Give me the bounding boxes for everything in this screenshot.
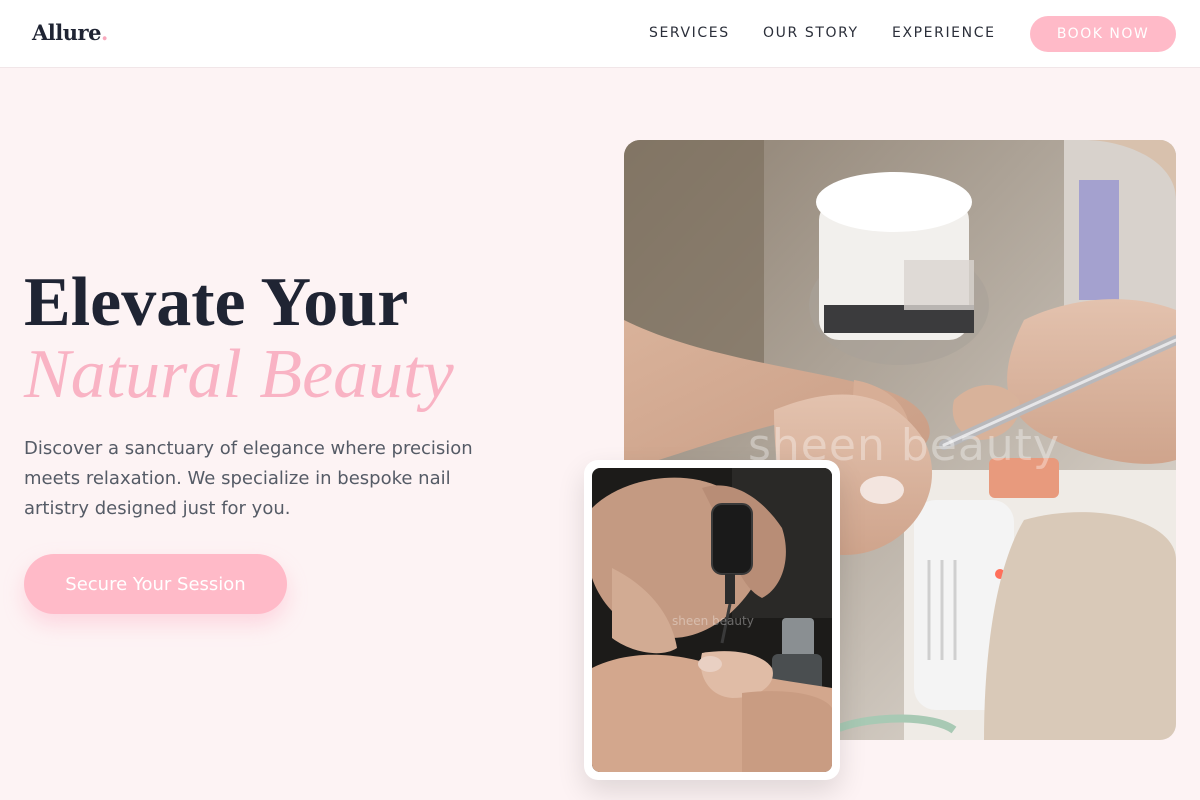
nav-experience-link[interactable]: EXPERIENCE	[892, 25, 996, 41]
nav-our-story-link[interactable]: OUR STORY	[763, 25, 859, 41]
brand-logo[interactable]: Allure.	[32, 20, 108, 45]
hero-description: Discover a sanctuary of elegance where p…	[24, 438, 473, 519]
nav-services-link[interactable]: SERVICES	[649, 25, 730, 41]
site-header: Allure. SERVICES OUR STORY EXPERIENCE BO…	[0, 0, 1200, 68]
inset-image-card: sheen beauty	[584, 460, 840, 780]
brand-name: Allure	[32, 20, 101, 45]
hero-title-accent: Natural Beauty	[24, 336, 454, 413]
inset-image-watermark: sheen beauty	[672, 614, 754, 628]
hero-title: Elevate Your	[24, 264, 409, 341]
inset-image: sheen beauty	[592, 468, 832, 772]
secure-session-button[interactable]: Secure Your Session	[24, 554, 287, 614]
book-now-button[interactable]: BOOK NOW	[1030, 16, 1176, 52]
brand-dot: .	[100, 20, 108, 45]
